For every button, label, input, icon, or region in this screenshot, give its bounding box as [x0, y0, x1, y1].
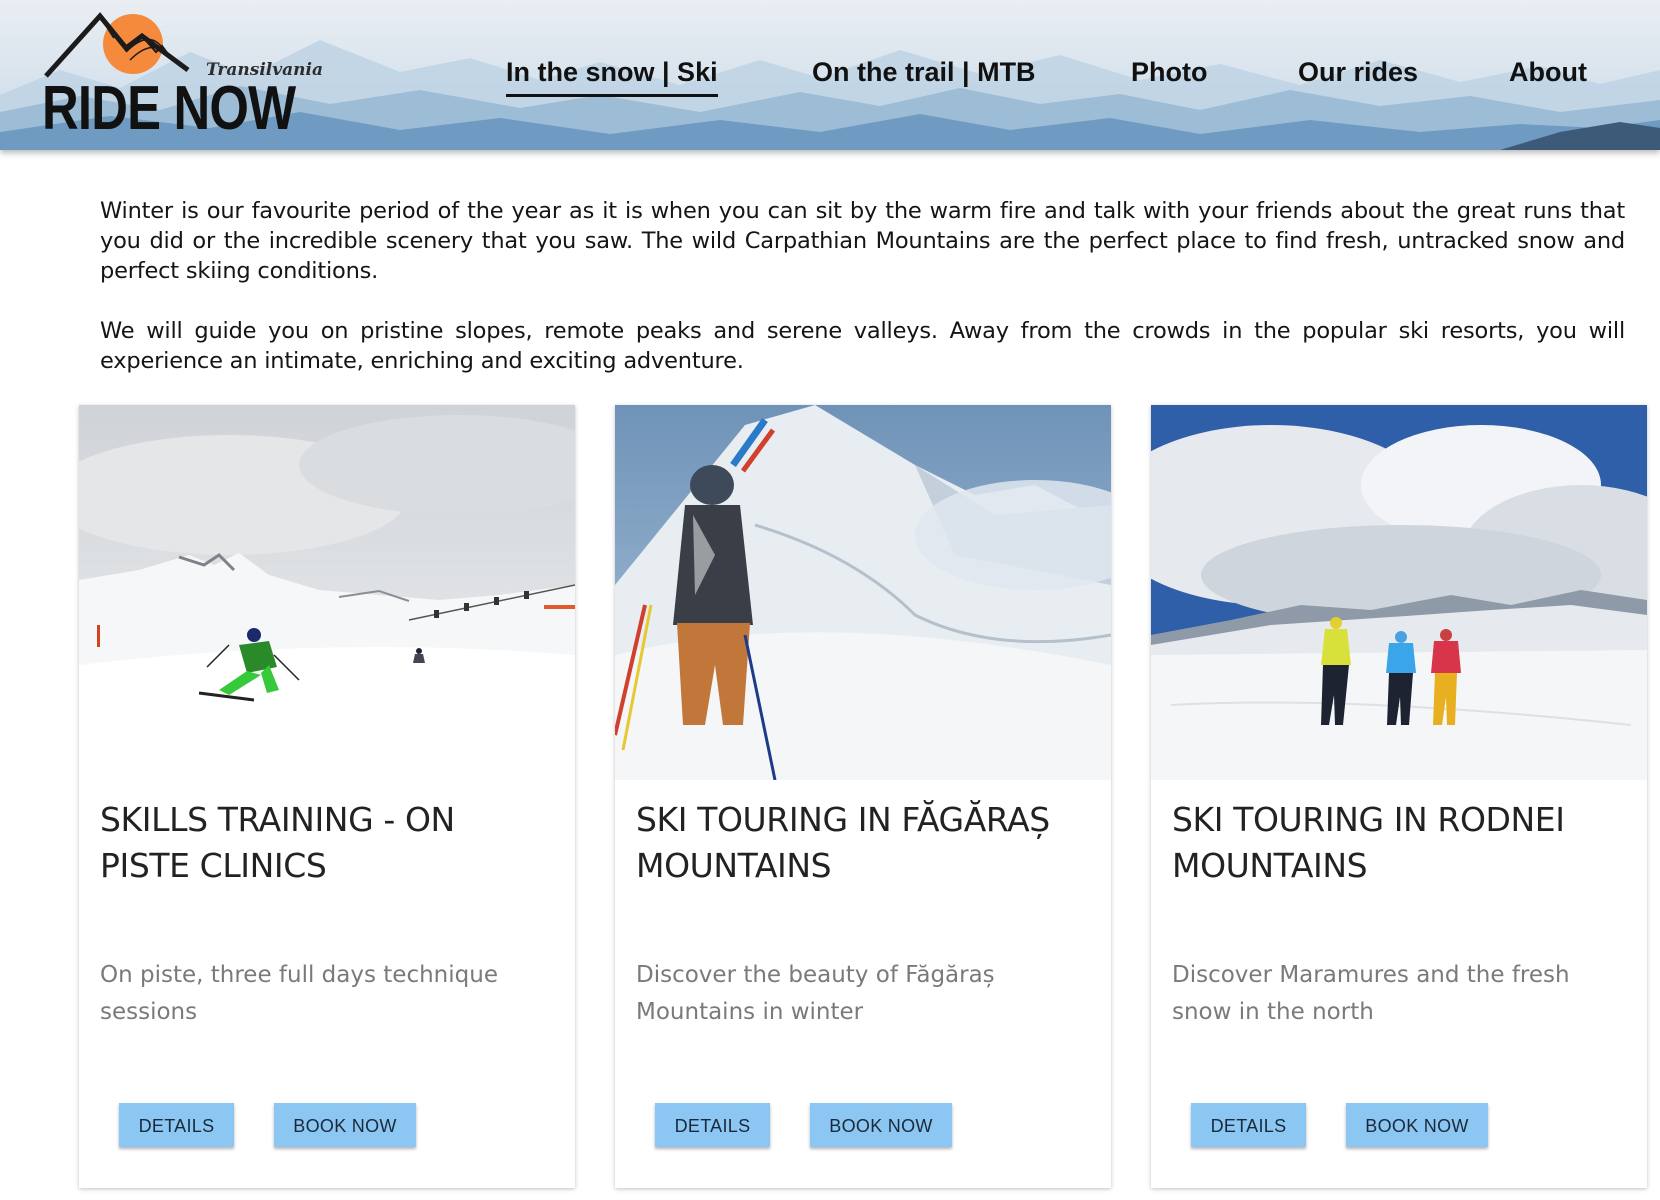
book-now-button[interactable]: BOOK NOW — [1346, 1103, 1488, 1147]
card-description: On piste, three full days technique sess… — [100, 962, 498, 1025]
tour-card-skills-training: SKILLS TRAINING - ON PISTE CLINICS On pi… — [79, 405, 575, 1188]
intro-paragraph: Winter is our favourite period of the ye… — [100, 198, 1625, 284]
nav-item-ski[interactable]: In the snow | Ski — [506, 52, 718, 97]
intro-paragraph: We will guide you on pristine slopes, re… — [100, 318, 1625, 374]
card-title: SKI TOURING IN RODNEI MOUNTAINS — [1172, 800, 1565, 885]
nav-item-photo[interactable]: Photo — [1131, 52, 1207, 92]
nav-item-mtb[interactable]: On the trail | MTB — [812, 52, 1036, 92]
main-navigation: In the snow | Ski On the trail | MTB Pho… — [0, 52, 1660, 102]
card-description: Discover Maramures and the fresh snow in… — [1172, 962, 1570, 1025]
intro-text: Winter is our favourite period of the ye… — [100, 196, 1625, 406]
card-title: SKILLS TRAINING - ON PISTE CLINICS — [100, 800, 455, 885]
nav-item-our-rides[interactable]: Our rides — [1298, 52, 1418, 92]
tour-card-rodnei: SKI TOURING IN RODNEI MOUNTAINS Discover… — [1151, 405, 1647, 1188]
card-description: Discover the beauty of Făgăraș Mountains… — [636, 962, 995, 1025]
skier-on-piste-photo — [79, 405, 575, 780]
three-ski-tourers-photo — [1151, 405, 1647, 780]
book-now-button[interactable]: BOOK NOW — [274, 1103, 416, 1147]
book-now-button[interactable]: BOOK NOW — [810, 1103, 952, 1147]
details-button[interactable]: DETAILS — [119, 1103, 234, 1147]
tour-card-fagaras: SKI TOURING IN FĂGĂRAȘ MOUNTAINS Discove… — [615, 405, 1111, 1188]
details-button[interactable]: DETAILS — [1191, 1103, 1306, 1147]
details-button[interactable]: DETAILS — [655, 1103, 770, 1147]
site-header: Transilvania RIDE NOW In the snow | Ski … — [0, 0, 1660, 150]
nav-item-about[interactable]: About — [1509, 52, 1587, 92]
ski-tourer-mountain-photo — [615, 405, 1111, 780]
card-title: SKI TOURING IN FĂGĂRAȘ MOUNTAINS — [636, 800, 1050, 885]
